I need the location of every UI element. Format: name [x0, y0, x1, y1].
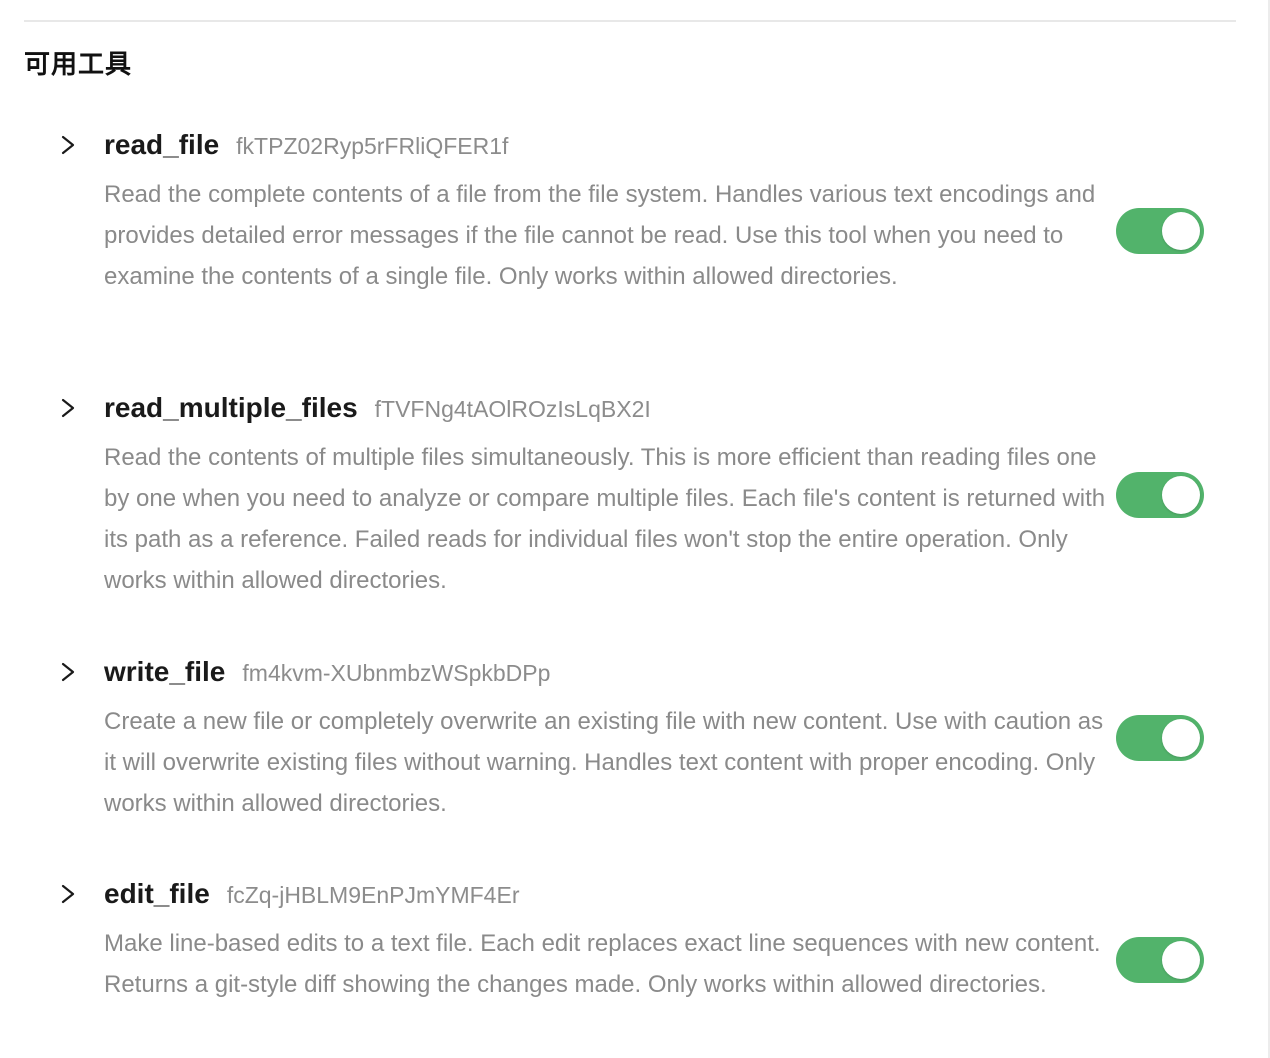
tool-description: Read the contents of multiple files simu… [104, 444, 1106, 594]
tool-enabled-toggle[interactable] [1116, 937, 1204, 983]
tool-header: read_file fkTPZ02Ryp5rFRliQFER1f [104, 128, 508, 162]
tool-description: Make line-based edits to a text file. Ea… [104, 930, 1101, 998]
tool-header: read_multiple_files fTVFNg4tAOlROzIsLqBX… [104, 391, 651, 425]
divider [24, 20, 1236, 22]
tool-name: read_file [104, 129, 220, 160]
tool-enabled-toggle[interactable] [1116, 208, 1204, 254]
tool-description: Create a new file or completely overwrit… [104, 708, 1104, 817]
chevron-right-icon[interactable] [56, 655, 80, 689]
tool-header: edit_file fcZq-jHBLM9EnPJmYMF4Er [104, 877, 519, 911]
toggle-knob [1162, 941, 1200, 979]
tools-panel: 可用工具 read_file fkTPZ02Ryp5rFRliQFER1f Re… [0, 0, 1270, 1058]
tool-name: edit_file [104, 878, 210, 909]
tool-enabled-toggle[interactable] [1116, 472, 1204, 518]
toggle-knob [1162, 719, 1200, 757]
chevron-right-icon[interactable] [56, 128, 80, 162]
tool-item-edit-file: edit_file fcZq-jHBLM9EnPJmYMF4Er Make li… [0, 877, 1270, 1057]
tool-item-read-file: read_file fkTPZ02Ryp5rFRliQFER1f Read th… [0, 128, 1270, 348]
toggle-knob [1162, 212, 1200, 250]
tool-item-read-multiple-files: read_multiple_files fTVFNg4tAOlROzIsLqBX… [0, 391, 1270, 611]
tool-id: fm4kvm-XUbnmbzWSpkbDPp [242, 660, 551, 686]
tool-id: fcZq-jHBLM9EnPJmYMF4Er [226, 882, 520, 908]
chevron-right-icon[interactable] [56, 391, 80, 425]
tool-id: fkTPZ02Ryp5rFRliQFER1f [236, 133, 509, 159]
tool-name: read_multiple_files [104, 392, 358, 423]
tool-enabled-toggle[interactable] [1116, 715, 1204, 761]
tool-name: write_file [104, 656, 226, 687]
toggle-knob [1162, 476, 1200, 514]
chevron-right-icon[interactable] [56, 877, 80, 911]
section-title: 可用工具 [24, 50, 133, 80]
tool-header: write_file fm4kvm-XUbnmbzWSpkbDPp [104, 655, 550, 689]
tool-item-write-file: write_file fm4kvm-XUbnmbzWSpkbDPp Create… [0, 655, 1270, 835]
tool-description: Read the complete contents of a file fro… [104, 181, 1096, 290]
tool-id: fTVFNg4tAOlROzIsLqBX2I [374, 396, 651, 422]
